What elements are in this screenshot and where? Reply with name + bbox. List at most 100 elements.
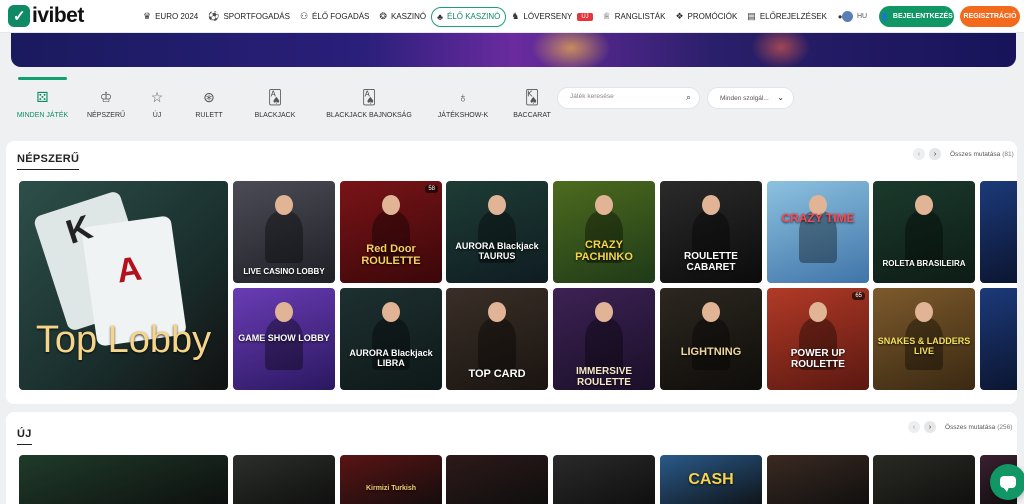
category-tab[interactable]: ♔ NÉPSZERŰ	[81, 77, 131, 119]
predictions-icon: ▤	[747, 11, 756, 21]
category-label: ÚJ	[152, 112, 162, 119]
player-count-badge: 65	[852, 292, 865, 300]
carousel-next-button[interactable]: ›	[924, 421, 936, 433]
popular-carousel-nav: ‹ ›	[913, 148, 941, 160]
game-tile[interactable]	[233, 455, 335, 504]
category-tab[interactable]: 🂡 BLACKJACK	[245, 77, 305, 119]
promo-banner[interactable]	[11, 33, 1016, 67]
game-tile[interactable]: CRAZY PACHINKO	[553, 181, 655, 283]
show-all-new-link[interactable]: Összes mutatása (256)	[945, 424, 1012, 431]
tile-label: AURORA Blackjack LIBRA	[349, 348, 433, 368]
star-icon: ☆	[150, 89, 164, 105]
section-title-new: ÚJ	[17, 428, 32, 445]
game-tile[interactable]: AURORA Blackjack TAURUS	[446, 181, 548, 283]
game-tile-partial[interactable]	[980, 288, 1017, 390]
nav-label: ELŐREJELZÉSEK	[759, 12, 827, 21]
user-icon: 👤	[880, 13, 889, 21]
live-chat-button[interactable]	[990, 464, 1024, 500]
language-selector[interactable]: HU	[842, 11, 867, 22]
casino-chip-icon: ❂	[379, 11, 387, 21]
tile-label: CRAZY PACHINKO	[575, 239, 633, 263]
nav-item-live-casino[interactable]: ♣ ÉLŐ KASZINÓ	[431, 6, 507, 27]
game-tile[interactable]: LIGHTNING	[660, 288, 762, 390]
tile-label: LIVE CASINO LOBBY	[243, 267, 325, 276]
search-icon[interactable]: ⌕	[686, 92, 691, 103]
game-tile[interactable]: ROULETTE CABARET	[660, 181, 762, 283]
nav-item-live[interactable]: ⚇ ÉLŐ FOGADÁS	[295, 7, 374, 27]
logo-mark-icon: ✓	[8, 5, 30, 27]
game-tile[interactable]: IMMERSIVE ROULETTE	[553, 288, 655, 390]
game-tile[interactable]: SNAKES & LADDERS LIVE	[873, 288, 975, 390]
tile-label: SNAKES & LADDERS LIVE	[877, 336, 971, 356]
nav-label: EURO 2024	[155, 12, 199, 21]
nav-label: LÓVERSENY	[523, 12, 573, 21]
carousel-prev-button[interactable]: ‹	[908, 421, 920, 433]
tile-label: IMMERSIVE ROULETTE	[575, 366, 633, 388]
dice-icon: ⚄	[36, 89, 49, 105]
game-tile[interactable]: ROLETA BRASILEIRA	[873, 181, 975, 283]
nav-item-predictions[interactable]: ▤ ELŐREJELZÉSEK	[742, 7, 832, 27]
game-tile-top-lobby[interactable]: K A Top Lobby	[19, 181, 228, 390]
globe-icon	[842, 11, 853, 22]
game-tile[interactable]	[446, 455, 548, 504]
game-tile[interactable]: GAME SHOW LOBBY	[233, 288, 335, 390]
nav-label: PROMÓCIÓK	[687, 12, 738, 21]
game-tile[interactable]: CRAZY TIME	[767, 181, 869, 283]
category-label: BACCARAT	[513, 112, 551, 119]
nav-item-football[interactable]: ⚽ SPORTFOGADÁS	[203, 7, 295, 27]
show-all-popular-link[interactable]: Összes mutatása (81)	[950, 151, 1014, 158]
game-tile[interactable]	[19, 455, 228, 504]
carousel-prev-button[interactable]: ‹	[913, 148, 925, 160]
tile-label: AURORA Blackjack TAURUS	[455, 241, 539, 261]
tile-label: GAME SHOW LOBBY	[238, 333, 330, 343]
crown-icon: ♔	[99, 89, 113, 105]
tile-label: Kirmizi Turkish	[365, 485, 417, 492]
tile-label: TOP CARD	[468, 368, 526, 380]
show-all-label: Összes mutatása	[945, 424, 996, 431]
category-label: RULETT	[195, 112, 223, 119]
game-tile[interactable]: CASH	[660, 455, 762, 504]
carousel-next-button[interactable]: ›	[929, 148, 941, 160]
game-tile[interactable]: Red Door ROULETTE 58	[340, 181, 442, 283]
game-search[interactable]: ⌕	[557, 87, 700, 109]
trophy-icon: ♛	[143, 11, 152, 21]
tile-label: ROLETA BRASILEIRA	[882, 259, 966, 268]
horse-icon: ♞	[511, 11, 520, 21]
chevron-down-icon: ⌄	[777, 93, 784, 102]
live-icon: ⚇	[299, 11, 309, 21]
game-tile[interactable]: AURORA Blackjack LIBRA	[340, 288, 442, 390]
game-tile[interactable]: LIVE CASINO LOBBY	[233, 181, 335, 283]
game-tile[interactable]	[553, 455, 655, 504]
logo-text: ivibet	[32, 4, 84, 27]
nav-item-leaderboard[interactable]: ♕ RANGLISTÁK	[598, 7, 671, 27]
register-button[interactable]: REGISZTRÁCIÓ	[960, 6, 1020, 27]
game-tile[interactable]	[767, 455, 869, 504]
popular-section: NÉPSZERŰ ‹ › Összes mutatása (81) K A Top…	[6, 141, 1017, 404]
category-label: BLACKJACK BAJNOKSÁG	[326, 112, 412, 119]
category-tab[interactable]: 🂮 BACCARAT	[505, 77, 559, 119]
category-tab[interactable]: 🂡 BLACKJACK BAJNOKSÁG	[317, 77, 421, 119]
game-tile[interactable]: POWER UP ROULETTE 65	[767, 288, 869, 390]
gift-icon: ❖	[675, 11, 684, 21]
nav-item-casino-chip[interactable]: ❂ KASZINÓ	[374, 7, 431, 27]
chat-bubble-icon	[1000, 476, 1016, 492]
game-tile[interactable]: Kirmizi Turkish	[340, 455, 442, 504]
nav-item-horse[interactable]: ♞ LÓVERSENY ÚJ	[506, 7, 597, 27]
cards-icon: 🂡	[267, 89, 283, 105]
search-input[interactable]	[570, 93, 680, 100]
nav-item-gift[interactable]: ❖ PROMÓCIÓK	[670, 7, 742, 27]
top-header: ✓ ivibet ♛ EURO 2024 ⚽ SPORTFOGADÁS ⚇ ÉLŐ FOG…	[0, 0, 1024, 33]
game-tile[interactable]: TOP CARD	[446, 288, 548, 390]
nav-item-trophy[interactable]: ♛ EURO 2024	[138, 7, 203, 27]
game-tile[interactable]	[873, 455, 975, 504]
category-tab[interactable]: ⚄ MINDEN JÁTÉK	[17, 77, 68, 119]
tile-label: ROULETTE CABARET	[684, 251, 738, 273]
provider-select[interactable]: Minden szolgál... ⌄	[707, 87, 794, 109]
category-tab[interactable]: ⊛ RULETT	[185, 77, 233, 119]
category-tab[interactable]: ♁ JÁTÉKSHOW-K	[433, 77, 493, 119]
ivibet-logo[interactable]: ✓ ivibet	[8, 4, 84, 28]
nav-label: SPORTFOGADÁS	[223, 12, 290, 21]
login-button[interactable]: 👤 BEJELENTKEZÉS	[879, 6, 954, 27]
category-tab[interactable]: ☆ ÚJ	[143, 77, 171, 119]
game-tile-partial[interactable]	[980, 181, 1017, 283]
